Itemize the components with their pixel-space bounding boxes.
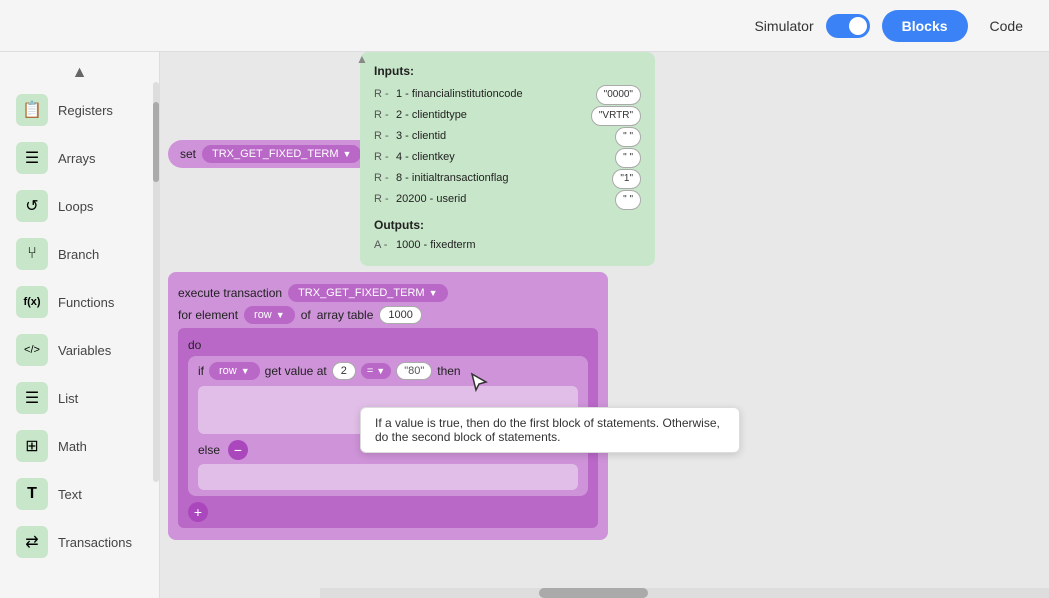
sidebar-label-arrays: Arrays <box>58 151 96 166</box>
compare-val-text: "80" <box>404 365 424 377</box>
then-bar-1 <box>206 390 534 408</box>
set-var-pill[interactable]: TRX_GET_FIXED_TERM ▼ <box>202 145 361 163</box>
equals-chevron: ▼ <box>376 366 385 376</box>
info-card: Inputs: R - 1 - financialinstitutioncode… <box>360 52 655 266</box>
info-row-2: R - 3 - clientid " " <box>374 127 641 147</box>
array-val-pill[interactable]: 1000 <box>379 306 421 324</box>
main-purple-block: execute transaction TRX_GET_FIXED_TERM ▼… <box>168 272 608 540</box>
horizontal-scrollbar-thumb <box>539 588 648 598</box>
index-val-text: 2 <box>341 365 347 377</box>
do-row: do <box>188 338 588 352</box>
sidebar-item-list[interactable]: ☰ List <box>0 374 159 422</box>
else-label: else <box>198 443 220 457</box>
of-label: of <box>301 308 311 322</box>
equals-label: = <box>367 365 373 377</box>
row-pill[interactable]: row ▼ <box>244 306 295 324</box>
execute-trx-text: TRX_GET_FIXED_TERM <box>298 287 425 299</box>
tooltip-box: If a value is true, then do the first bl… <box>360 407 740 453</box>
horizontal-scrollbar[interactable] <box>320 588 1049 598</box>
functions-icon: f(x) <box>16 286 48 318</box>
set-var-text: TRX_GET_FIXED_TERM <box>212 148 339 160</box>
registers-icon: 📋 <box>16 94 48 126</box>
info-row-4: R - 8 - initialtransactionflag "1" <box>374 169 641 189</box>
sidebar-label-registers: Registers <box>58 103 113 118</box>
equals-pill[interactable]: = ▼ <box>361 363 391 379</box>
text-icon: T <box>16 478 48 510</box>
if-condition-row: if row ▼ get value at 2 = ▼ <box>198 362 578 380</box>
sidebar-scrollbar[interactable] <box>153 82 159 482</box>
sidebar-label-list: List <box>58 391 78 406</box>
index-val-pill[interactable]: 2 <box>332 362 356 380</box>
for-row: for element row ▼ of array table 1000 <box>178 306 598 324</box>
if-label: if <box>198 364 204 378</box>
row-text: row <box>254 309 272 321</box>
sidebar: ▲ 📋 Registers ☰ Arrays ↺ Loops ⑂ Branch … <box>0 52 160 598</box>
set-label: set <box>180 147 196 161</box>
sidebar-item-registers[interactable]: 📋 Registers <box>0 86 159 134</box>
sidebar-label-transactions: Transactions <box>58 535 132 550</box>
sidebar-label-loops: Loops <box>58 199 93 214</box>
minus-button[interactable]: − <box>228 440 248 460</box>
sidebar-item-variables[interactable]: </> Variables <box>0 326 159 374</box>
blocks-button[interactable]: Blocks <box>882 10 968 42</box>
sidebar-item-transactions[interactable]: ⇄ Transactions <box>0 518 159 566</box>
tooltip-text: If a value is true, then do the first bl… <box>375 416 720 444</box>
sidebar-label-math: Math <box>58 439 87 454</box>
if-row-chevron: ▼ <box>241 366 250 376</box>
sidebar-label-variables: Variables <box>58 343 111 358</box>
variables-icon: </> <box>16 334 48 366</box>
execute-trx-chevron: ▼ <box>429 288 438 298</box>
sidebar-item-text[interactable]: T Text <box>0 470 159 518</box>
sidebar-item-arrays[interactable]: ☰ Arrays <box>0 134 159 182</box>
info-row-5: R - 20200 - userid " " <box>374 190 641 210</box>
array-label: array table <box>317 308 374 322</box>
for-label: for element <box>178 308 238 322</box>
if-row-pill[interactable]: row ▼ <box>209 362 260 380</box>
execute-row: execute transaction TRX_GET_FIXED_TERM ▼ <box>178 284 598 302</box>
transactions-icon: ⇄ <box>16 526 48 558</box>
set-var-chevron: ▼ <box>343 149 352 159</box>
get-value-label: get value at <box>265 364 327 378</box>
inputs-title: Inputs: <box>374 62 641 81</box>
sidebar-item-branch[interactable]: ⑂ Branch <box>0 230 159 278</box>
set-block: set TRX_GET_FIXED_TERM ▼ to <box>168 140 389 168</box>
sidebar-item-loops[interactable]: ↺ Loops <box>0 182 159 230</box>
loops-icon: ↺ <box>16 190 48 222</box>
output-row-0: A - 1000 - fixedterm <box>374 237 641 255</box>
execute-label: execute transaction <box>178 286 282 300</box>
array-val-text: 1000 <box>388 309 412 321</box>
sidebar-label-branch: Branch <box>58 247 99 262</box>
canvas: ▲ set TRX_GET_FIXED_TERM ▼ to Inputs: R … <box>160 52 1049 598</box>
then-label: then <box>437 364 460 378</box>
header: Simulator Blocks Code <box>0 0 1049 52</box>
row-chevron: ▼ <box>276 310 285 320</box>
do-label: do <box>188 338 201 352</box>
simulator-toggle[interactable] <box>826 14 870 38</box>
canvas-scroll-up[interactable]: ▲ <box>352 52 372 66</box>
plus-row: + <box>188 502 588 522</box>
info-row-1: R - 2 - clientidtype "VRTR" <box>374 106 641 126</box>
branch-icon: ⑂ <box>16 238 48 270</box>
sidebar-scroll-up[interactable]: ▲ <box>0 60 159 86</box>
if-row-text: row <box>219 365 237 377</box>
outputs-title: Outputs: <box>374 216 641 235</box>
list-icon: ☰ <box>16 382 48 414</box>
sidebar-label-text: Text <box>58 487 82 502</box>
info-row-0: R - 1 - financialinstitutioncode "0000" <box>374 85 641 105</box>
main-area: ▲ 📋 Registers ☰ Arrays ↺ Loops ⑂ Branch … <box>0 52 1049 598</box>
info-row-3: R - 4 - clientkey " " <box>374 148 641 168</box>
sidebar-scrollbar-thumb <box>153 102 159 182</box>
execute-trx-pill[interactable]: TRX_GET_FIXED_TERM ▼ <box>288 284 447 302</box>
sidebar-item-math[interactable]: ⊞ Math <box>0 422 159 470</box>
arrays-icon: ☰ <box>16 142 48 174</box>
code-button[interactable]: Code <box>980 10 1033 42</box>
plus-button[interactable]: + <box>188 502 208 522</box>
math-icon: ⊞ <box>16 430 48 462</box>
sidebar-item-functions[interactable]: f(x) Functions <box>0 278 159 326</box>
else-bar <box>206 468 479 486</box>
sidebar-label-functions: Functions <box>58 295 114 310</box>
else-block <box>198 464 578 490</box>
simulator-label: Simulator <box>754 18 813 34</box>
compare-val-pill[interactable]: "80" <box>396 362 432 380</box>
